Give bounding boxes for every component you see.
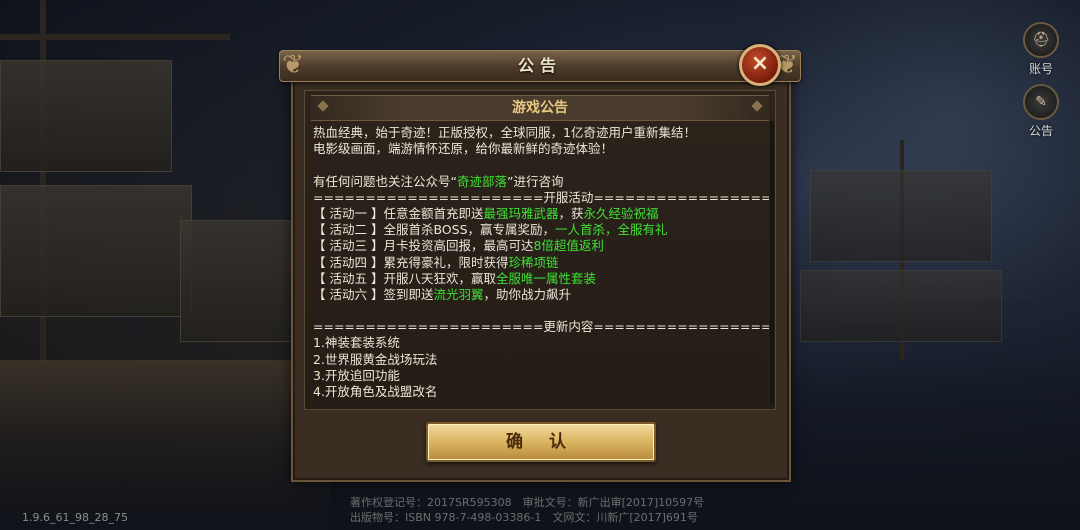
notice-button[interactable]: ✎ 公告	[1012, 84, 1070, 139]
scrollbar[interactable]	[770, 121, 774, 403]
sail	[810, 170, 992, 262]
line-text: 1.神装套装系统	[313, 335, 400, 351]
announcement-line	[313, 303, 769, 319]
announcement-line: 【 活动三 】月卡投资高回报，最高可达8倍超值返利	[313, 238, 769, 254]
confirm-button[interactable]: 确 认	[426, 422, 656, 462]
announcement-line: 1.神装套装系统	[313, 335, 769, 351]
highlight-text: 珍稀项链	[508, 254, 559, 270]
sail	[180, 220, 292, 342]
line-text: ，获	[558, 205, 584, 221]
announcement-line	[313, 157, 769, 173]
highlight-text: 8倍超值返利	[533, 238, 604, 254]
announcement-line: 【 活动一 】任意金额首充即送最强玛雅武器，获永久经验祝福	[313, 206, 769, 222]
line-text: 4.开放角色及战盟改名	[313, 384, 438, 399]
sail	[0, 60, 172, 172]
notice-label: 公告	[1028, 124, 1053, 138]
announcement-line: 3.开放追回功能	[313, 368, 769, 384]
copyright-line: 著作权登记号：2017SR595308 审批文号：新广出审[2017]10597…	[350, 496, 705, 509]
announcement-line: 电影级画面，端游情怀还原，给你最新鲜的奇迹体验！	[313, 141, 769, 157]
yard	[0, 34, 230, 40]
dialog-title: 公告	[517, 56, 562, 75]
announcement-line: ======================更新内容==============…	[313, 319, 769, 335]
sail	[0, 185, 192, 317]
announcement-line: 【 活动四 】累充得豪礼，限时获得珍稀项链	[313, 255, 769, 271]
version-text: 1.9.6_61_98_28_75	[22, 511, 128, 524]
highlight-text: 永久经验祝福	[583, 205, 659, 221]
copyright-text: 著作权登记号：2017SR595308 审批文号：新广出审[2017]10597…	[350, 495, 770, 525]
dialog-title-bar: ❦ ❦ 公告	[279, 50, 801, 82]
announcement-line: 2.世界服黄金战场玩法	[313, 352, 769, 368]
line-text: 【 活动三 】月卡投资高回报，最高可达	[313, 238, 534, 254]
line-text: ”进行咨询	[507, 173, 564, 189]
line-text: 【 活动一 】任意金额首充即送	[313, 205, 484, 221]
highlight-text: 奇迹部落	[456, 173, 507, 189]
highlight-text: 最强玛雅武器	[483, 205, 559, 221]
close-button[interactable]: ×	[739, 44, 781, 86]
panel-header: 游戏公告	[311, 95, 769, 121]
announcement-line: 【 活动六 】签到即送流光羽翼，助你战力飙升	[313, 287, 769, 303]
announcement-line: 4.开放角色及战盟改名	[313, 384, 769, 400]
announcement-line: 热血经典，始于奇迹！正版授权，全球同服，1亿奇迹用户重新集结！	[313, 125, 769, 141]
line-text: 3.开放追回功能	[313, 367, 400, 383]
line-text: ，助你战力飙升	[483, 286, 571, 302]
announcement-panel: 游戏公告 热血经典，始于奇迹！正版授权，全球同服，1亿奇迹用户重新集结！ 电影级画…	[304, 90, 776, 410]
line-text: ======================开服活动==============…	[313, 189, 769, 205]
panel-title: 游戏公告	[512, 100, 568, 116]
sail	[800, 270, 1002, 342]
line-text: ======================更新内容==============…	[313, 319, 769, 335]
announcement-line: ======================开服活动==============…	[313, 190, 769, 206]
line-text: 2.世界服黄金战场玩法	[313, 351, 438, 367]
announcement-line: 【 活动二 】全服首杀BOSS，赢专属奖励，一人首杀，全服有礼	[313, 222, 769, 238]
highlight-text: 全服唯一属性套装	[495, 270, 596, 286]
line-text: 【 活动六 】签到即送	[313, 286, 434, 302]
announcement-dialog: ❦ ❦ 公告 × 游戏公告 热血经典，始于奇迹！正版授权，全球同服，1亿奇迹用户…	[279, 44, 801, 482]
announcement-line: 【 活动五 】开服八天狂欢，赢取全服唯一属性套装	[313, 271, 769, 287]
background-ship-right	[790, 140, 1020, 380]
account-label: 账号	[1028, 62, 1053, 76]
line-text: 电影级画面，端游情怀还原，给你最新鲜的奇迹体验！	[313, 141, 614, 157]
line-text: 【 活动四 】累充得豪礼，限时获得	[313, 254, 509, 270]
line-text: 热血经典，始于奇迹！正版授权，全球同服，1亿奇迹用户重新集结！	[313, 125, 696, 140]
announcement-content[interactable]: 热血经典，始于奇迹！正版授权，全球同服，1亿奇迹用户重新集结！ 电影级画面，端游情…	[313, 125, 769, 407]
highlight-text: 流光羽翼	[433, 286, 484, 302]
highlight-text: 一人首杀，全服有礼	[555, 222, 668, 238]
line-text: 【 活动五 】开服八天狂欢，赢取	[313, 270, 496, 286]
line-text: 有任何问题也关注公众号“	[313, 173, 457, 189]
notice-icon: ✎	[1023, 84, 1059, 120]
close-icon: ×	[750, 51, 770, 76]
helmet-icon: ⛑	[1023, 22, 1059, 58]
copyright-line: 出版物号：ISBN 978-7-498-03386-1 文网文：川新广[2017…	[350, 511, 698, 524]
announcement-line: 有任何问题也关注公众号“奇迹部落”进行咨询	[313, 174, 769, 190]
line-text: 【 活动二 】全服首杀BOSS，赢专属奖励，	[313, 222, 556, 238]
account-button[interactable]: ⛑ 账号	[1012, 22, 1070, 77]
